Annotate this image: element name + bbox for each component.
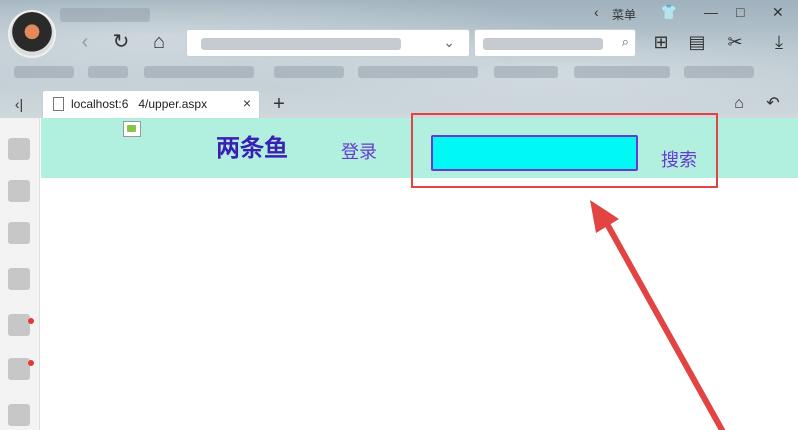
annotation-arrow bbox=[590, 200, 725, 430]
arrow-shaft bbox=[603, 219, 725, 430]
arrow-head bbox=[590, 200, 619, 233]
